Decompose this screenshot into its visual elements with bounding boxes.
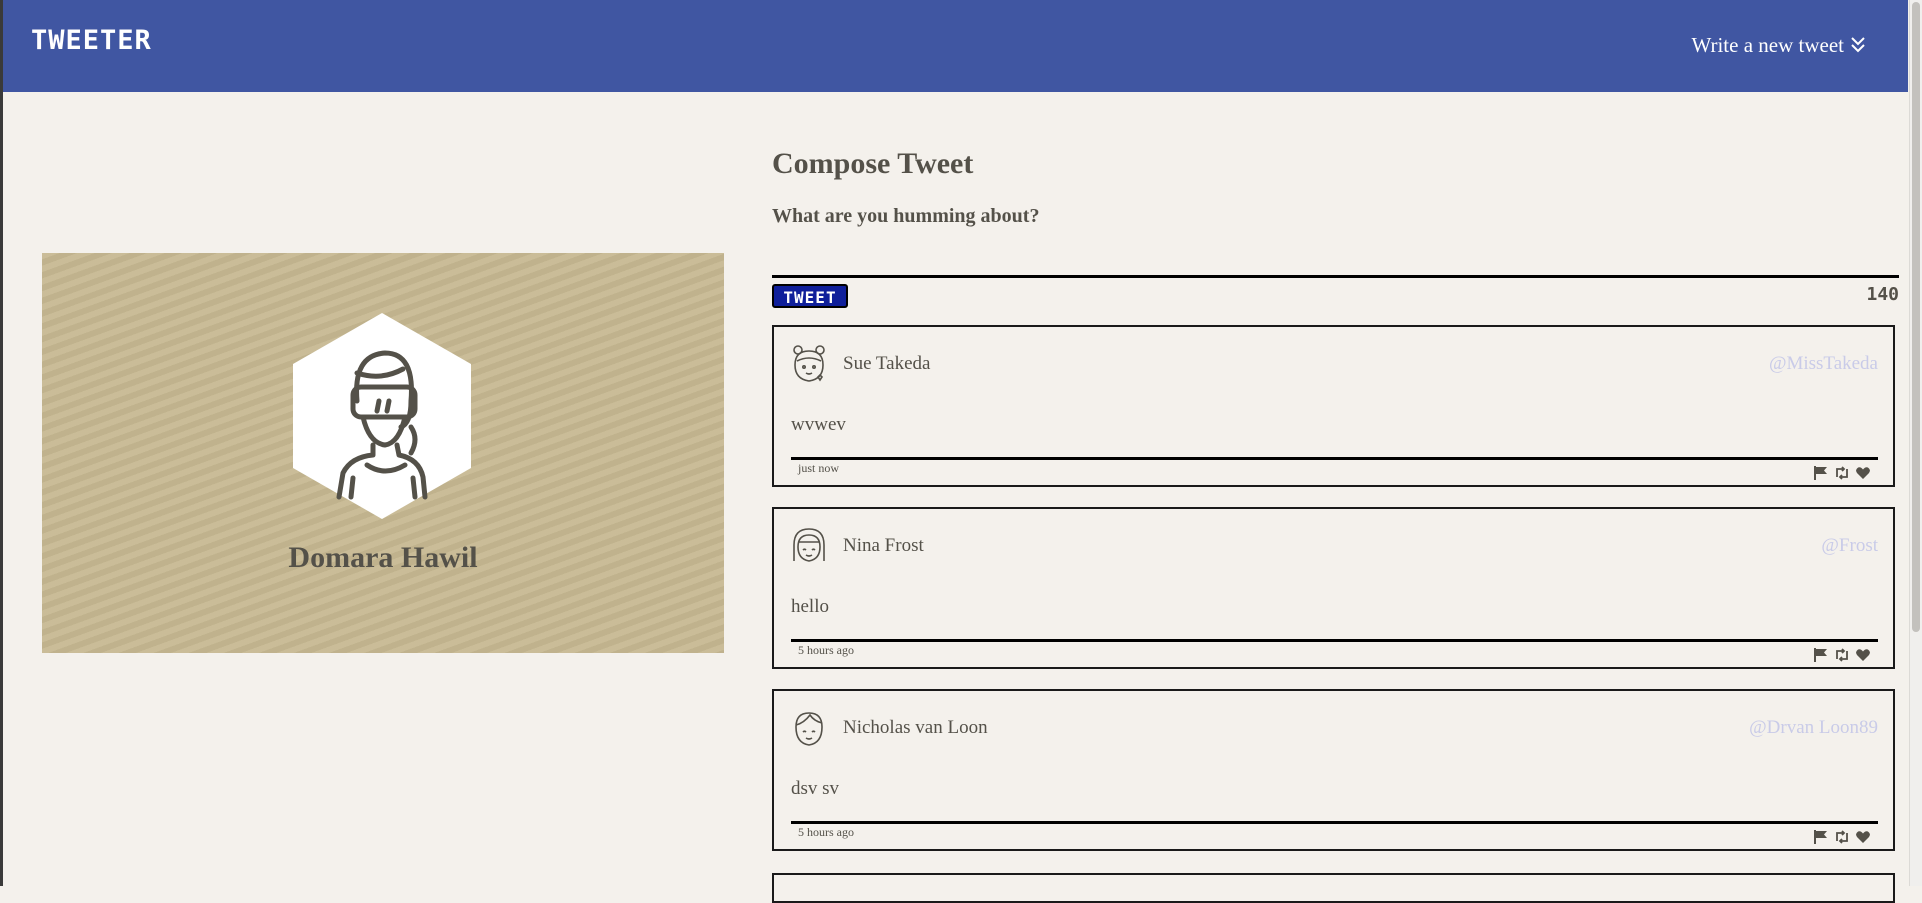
compose-title: Compose Tweet [772,147,974,180]
user-avatar-icon [293,313,471,519]
top-nav: TWEETER Write a new tweet [3,0,1908,92]
double-chevron-down-icon [1851,37,1865,53]
profile-name: Domara Hawil [288,541,478,574]
write-new-tweet-label: Write a new tweet [1691,33,1845,57]
heart-icon[interactable] [1855,648,1871,662]
flag-icon[interactable] [1813,648,1829,662]
heart-icon[interactable] [1855,830,1871,844]
flag-icon[interactable] [1813,830,1829,844]
tweet-card: Nina Frost @Frost hello 5 hours ago [772,507,1895,669]
tweet-content: wvwev [791,414,846,435]
flag-icon[interactable] [1813,466,1829,480]
retweet-icon[interactable] [1834,830,1850,844]
tweet-actions [1813,466,1871,480]
tweet-divider [791,457,1878,460]
brand-logo[interactable]: TWEETER [31,24,152,58]
retweet-icon[interactable] [1834,466,1850,480]
character-counter: 140 [1866,284,1899,305]
tweet-handle: @Frost [1821,535,1878,556]
tweet-divider [791,821,1878,824]
tweet-submit-button[interactable]: TWEET [772,284,848,308]
user-avatar-icon [793,528,825,562]
tweet-time: 5 hours ago [798,643,854,657]
profile-card: Domara Hawil [42,253,724,653]
retweet-icon[interactable] [1834,648,1850,662]
tweet-author: Nina Frost [843,535,924,556]
heart-icon[interactable] [1855,466,1871,480]
tweet-time: 5 hours ago [798,825,854,839]
tweet-time: just now [798,461,840,475]
tweet-card-partial [772,873,1895,903]
tweet-author: Nicholas van Loon [843,717,988,738]
tweet-handle: @Drvan Loon89 [1749,717,1878,738]
tweet-card: Nicholas van Loon @Drvan Loon89 dsv sv 5… [772,689,1895,851]
tweet-actions [1813,648,1871,662]
tweet-handle: @MissTakeda [1768,353,1878,374]
tweet-content: dsv sv [791,778,840,799]
tweet-card: Sue Takeda @MissTakeda wvwev just now [772,325,1895,487]
scrollbar-thumb[interactable] [1912,2,1920,632]
user-avatar-icon [795,712,823,746]
window-edge [0,0,3,886]
user-avatar-icon [793,345,825,382]
tweet-author: Sue Takeda [843,353,931,374]
write-new-tweet-toggle[interactable]: Write a new tweet [1692,32,1867,58]
page-scrollbar[interactable] [1909,0,1922,886]
tweet-content: hello [791,596,829,617]
tweet-actions [1813,830,1871,844]
tweet-divider [791,639,1878,642]
compose-input-underline [772,275,1899,278]
compose-prompt[interactable]: What are you humming about? [772,203,1039,229]
